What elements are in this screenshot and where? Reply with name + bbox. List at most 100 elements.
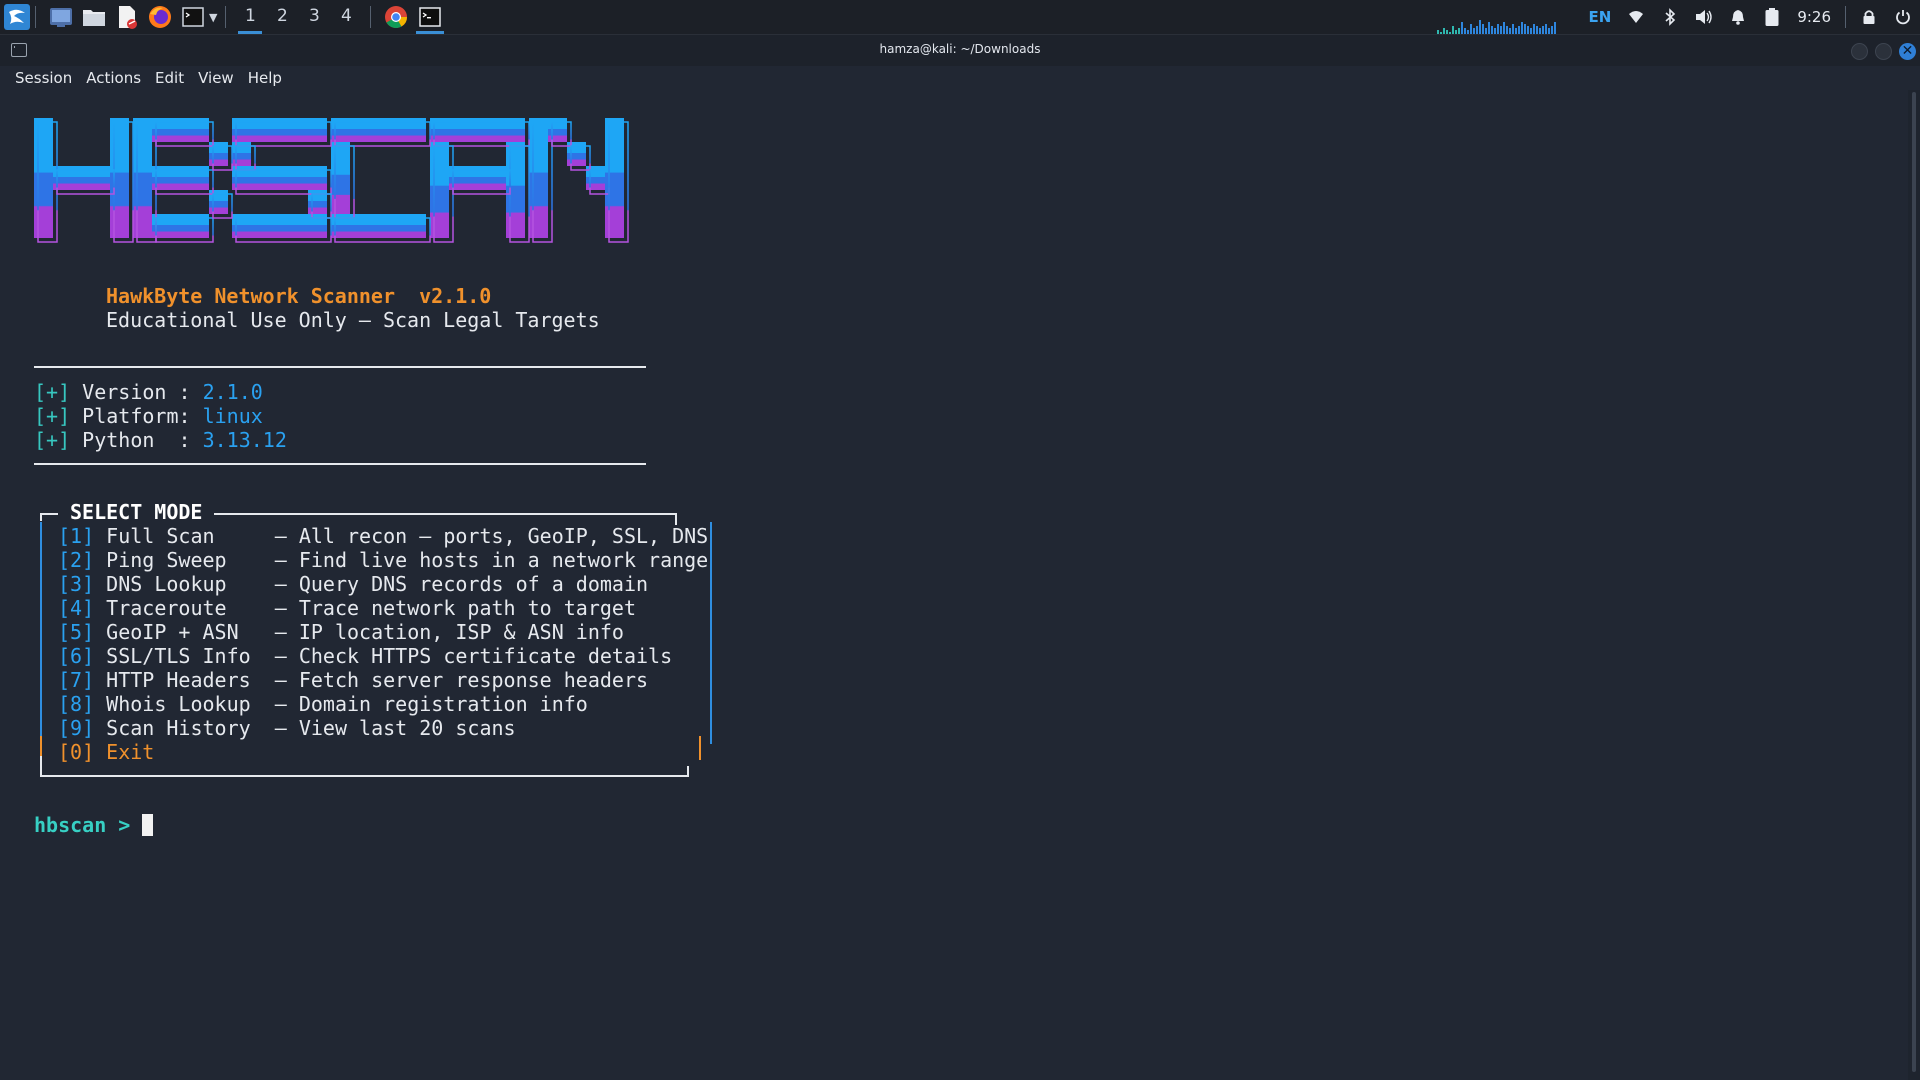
- info-python: [+] Python : 3.13.12: [34, 428, 287, 452]
- workspace-1[interactable]: 1: [234, 0, 266, 34]
- chrome-icon[interactable]: [379, 0, 413, 34]
- cpu-usage-graph: [1436, 20, 1556, 34]
- app-heading: HawkByte Network Scanner v2.1.0: [106, 284, 491, 308]
- show-desktop-icon[interactable]: [48, 4, 74, 30]
- terminal-output[interactable]: HawkByte Network Scanner v2.1.0 Educatio…: [0, 90, 1908, 1080]
- menu-title: SELECT MODE: [70, 500, 203, 524]
- menu-item-2[interactable]: [2] Ping Sweep — Find live hosts in a ne…: [58, 548, 708, 572]
- menu-item-desc: — Trace network path to target: [274, 596, 636, 620]
- menu-item-name: SSL/TLS Info: [94, 644, 275, 668]
- menu-item-name: Traceroute: [94, 596, 275, 620]
- notifications-icon[interactable]: [1721, 0, 1755, 34]
- workspace-4[interactable]: 4: [330, 0, 362, 34]
- info-label: Python :: [82, 428, 191, 452]
- panel-separator: [370, 6, 372, 28]
- menubar: Session Actions Edit View Help: [0, 66, 1920, 90]
- terminal-dropdown-icon[interactable]: ▼: [209, 11, 217, 24]
- menu-item-name: Ping Sweep: [94, 548, 275, 572]
- menu-item-name: Scan History: [94, 716, 275, 740]
- app-version-tag: v2.1.0: [419, 284, 492, 308]
- menu-item-key: [5]: [58, 620, 95, 644]
- menu-item-desc: — IP location, ISP & ASN info: [274, 620, 624, 644]
- menu-actions[interactable]: Actions: [79, 69, 148, 87]
- divider: [34, 463, 646, 465]
- terminal-active-icon[interactable]: [413, 0, 447, 34]
- bluetooth-icon[interactable]: [1653, 0, 1687, 34]
- menu-item-name: Full Scan: [94, 524, 275, 548]
- prompt-label: hbscan >: [34, 813, 131, 837]
- menu-item-desc: — Find live hosts in a network range: [274, 548, 709, 572]
- top-panel: ▼ 1 2 3 4 EN 9:26: [0, 0, 1920, 35]
- volume-icon[interactable]: [1687, 0, 1721, 34]
- menu-item-name: Whois Lookup: [94, 692, 275, 716]
- info-value: 3.13.12: [202, 428, 287, 452]
- workspace-2[interactable]: 2: [266, 0, 298, 34]
- menu-item-desc: — Query DNS records of a domain: [274, 572, 649, 596]
- workspace-3[interactable]: 3: [298, 0, 330, 34]
- menu-item-7[interactable]: [7] HTTP Headers — Fetch server response…: [58, 668, 648, 692]
- window-title: hamza@kali: ~/Downloads: [879, 42, 1041, 56]
- power-icon[interactable]: [1886, 0, 1920, 34]
- menu-item-6[interactable]: [6] SSL/TLS Info — Check HTTPS certifica…: [58, 644, 672, 668]
- info-label: Platform:: [82, 404, 191, 428]
- network-icon[interactable]: [1619, 0, 1653, 34]
- minimize-button[interactable]: [1851, 43, 1868, 60]
- command-prompt[interactable]: hbscan >: [34, 813, 154, 837]
- file-manager-icon[interactable]: [81, 4, 107, 30]
- divider: [34, 366, 646, 368]
- menu-item-name: GeoIP + ASN: [94, 620, 275, 644]
- clock[interactable]: 9:26: [1789, 8, 1839, 26]
- menu-item-name: DNS Lookup: [94, 572, 275, 596]
- menu-item-desc: — View last 20 scans: [274, 716, 516, 740]
- menu-item-key: [6]: [58, 644, 95, 668]
- hbscan-logo: [34, 118, 629, 243]
- close-button[interactable]: ✕: [1899, 43, 1916, 60]
- menu-edit[interactable]: Edit: [148, 69, 191, 87]
- maximize-button[interactable]: [1875, 43, 1892, 60]
- menu-item-key: [2]: [58, 548, 95, 572]
- menu-item-exit[interactable]: [0] Exit: [58, 740, 154, 764]
- menu-item-8[interactable]: [8] Whois Lookup — Domain registration i…: [58, 692, 588, 716]
- menu-item-key: [3]: [58, 572, 95, 596]
- info-label: Version :: [82, 380, 191, 404]
- menu-item-9[interactable]: [9] Scan History — View last 20 scans: [58, 716, 516, 740]
- menu-item-key: [9]: [58, 716, 95, 740]
- menu-item-4[interactable]: [4] Traceroute — Trace network path to t…: [58, 596, 636, 620]
- keyboard-layout-indicator[interactable]: EN: [1581, 8, 1620, 26]
- menu-session[interactable]: Session: [0, 69, 79, 87]
- menu-item-key: [7]: [58, 668, 95, 692]
- info-platform: [+] Platform: linux: [34, 404, 263, 428]
- panel-tray: EN 9:26: [1387, 0, 1920, 34]
- text-editor-icon[interactable]: [114, 4, 140, 30]
- firefox-icon[interactable]: [147, 4, 173, 30]
- menu-item-3[interactable]: [3] DNS Lookup — Query DNS records of a …: [58, 572, 648, 596]
- menu-item-key: [8]: [58, 692, 95, 716]
- window-titlebar[interactable]: hamza@kali: ~/Downloads ✕: [0, 35, 1920, 66]
- info-value: 2.1.0: [202, 380, 263, 404]
- scrollbar-thumb[interactable]: [1912, 92, 1916, 1072]
- menu-item-name: HTTP Headers: [94, 668, 275, 692]
- menu-item-desc: — All recon — ports, GeoIP, SSL, DNS: [274, 524, 709, 548]
- lock-icon[interactable]: [1852, 0, 1886, 34]
- info-value: linux: [202, 404, 263, 428]
- menu-item-5[interactable]: [5] GeoIP + ASN — IP location, ISP & ASN…: [58, 620, 624, 644]
- kali-menu-icon[interactable]: [4, 4, 30, 30]
- menu-item-key: [1]: [58, 524, 95, 548]
- menu-help[interactable]: Help: [241, 69, 289, 87]
- battery-icon[interactable]: [1755, 0, 1789, 34]
- panel-separator: [1845, 6, 1846, 28]
- info-version: [+] Version : 2.1.0: [34, 380, 263, 404]
- info-prefix: [+]: [34, 404, 71, 428]
- app-name: HawkByte Network Scanner: [106, 284, 395, 308]
- info-prefix: [+]: [34, 428, 71, 452]
- menu-item-desc: — Fetch server response headers: [274, 668, 649, 692]
- info-prefix: [+]: [34, 380, 71, 404]
- tagline: Educational Use Only — Scan Legal Target…: [106, 308, 600, 332]
- menu-item-key: [4]: [58, 596, 95, 620]
- menu-item-name: Exit: [106, 740, 155, 764]
- menu-view[interactable]: View: [191, 69, 241, 87]
- menu-item-1[interactable]: [1] Full Scan — All recon — ports, GeoIP…: [58, 524, 708, 548]
- terminal-scrollbar[interactable]: [1908, 90, 1920, 1080]
- terminal-icon[interactable]: [180, 4, 206, 30]
- panel-separator: [35, 6, 36, 28]
